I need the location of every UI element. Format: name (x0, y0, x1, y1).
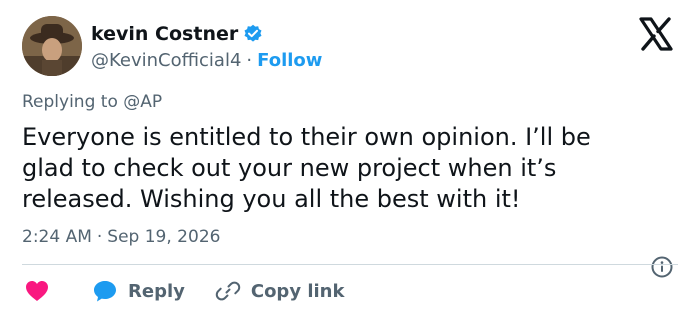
link-icon (215, 281, 241, 301)
like-button[interactable] (24, 279, 50, 303)
author-display-name[interactable]: kevin Costner (91, 23, 238, 45)
replying-to-prefix: Replying to (22, 92, 118, 112)
handle-separator: · (246, 49, 253, 71)
avatar-image (22, 16, 82, 76)
verified-badge-icon (243, 24, 263, 44)
avatar[interactable] (22, 16, 82, 76)
timestamp-separator: · (96, 227, 103, 247)
copy-link-button[interactable]: Copy link (215, 278, 345, 304)
info-icon[interactable] (651, 256, 673, 278)
reply-button[interactable]: Reply (92, 279, 185, 303)
reply-label: Reply (128, 280, 185, 302)
replying-to-line: Replying to @AP (22, 92, 162, 112)
author-handle-row: @KevinCofficial4 · Follow (91, 47, 322, 73)
divider (22, 264, 678, 265)
tweet-date: Sep 19, 2026 (107, 227, 221, 247)
reply-bubble-icon (94, 281, 116, 302)
author-name-row: kevin Costner (91, 20, 263, 48)
heart-icon (26, 281, 48, 301)
replying-to-mention[interactable]: @AP (123, 92, 162, 112)
tweet-text: Everyone is entitled to their own opinio… (22, 123, 591, 213)
action-bar: Reply Copy link (22, 276, 344, 306)
x-logo-icon[interactable] (637, 16, 675, 52)
tweet-time: 2:24 AM (22, 227, 92, 247)
follow-button[interactable]: Follow (257, 50, 322, 71)
copy-link-label: Copy link (250, 280, 345, 302)
author-handle[interactable]: @KevinCofficial4 (91, 50, 241, 71)
tweet-timestamp[interactable]: 2:24 AM · Sep 19, 2026 (22, 227, 220, 247)
